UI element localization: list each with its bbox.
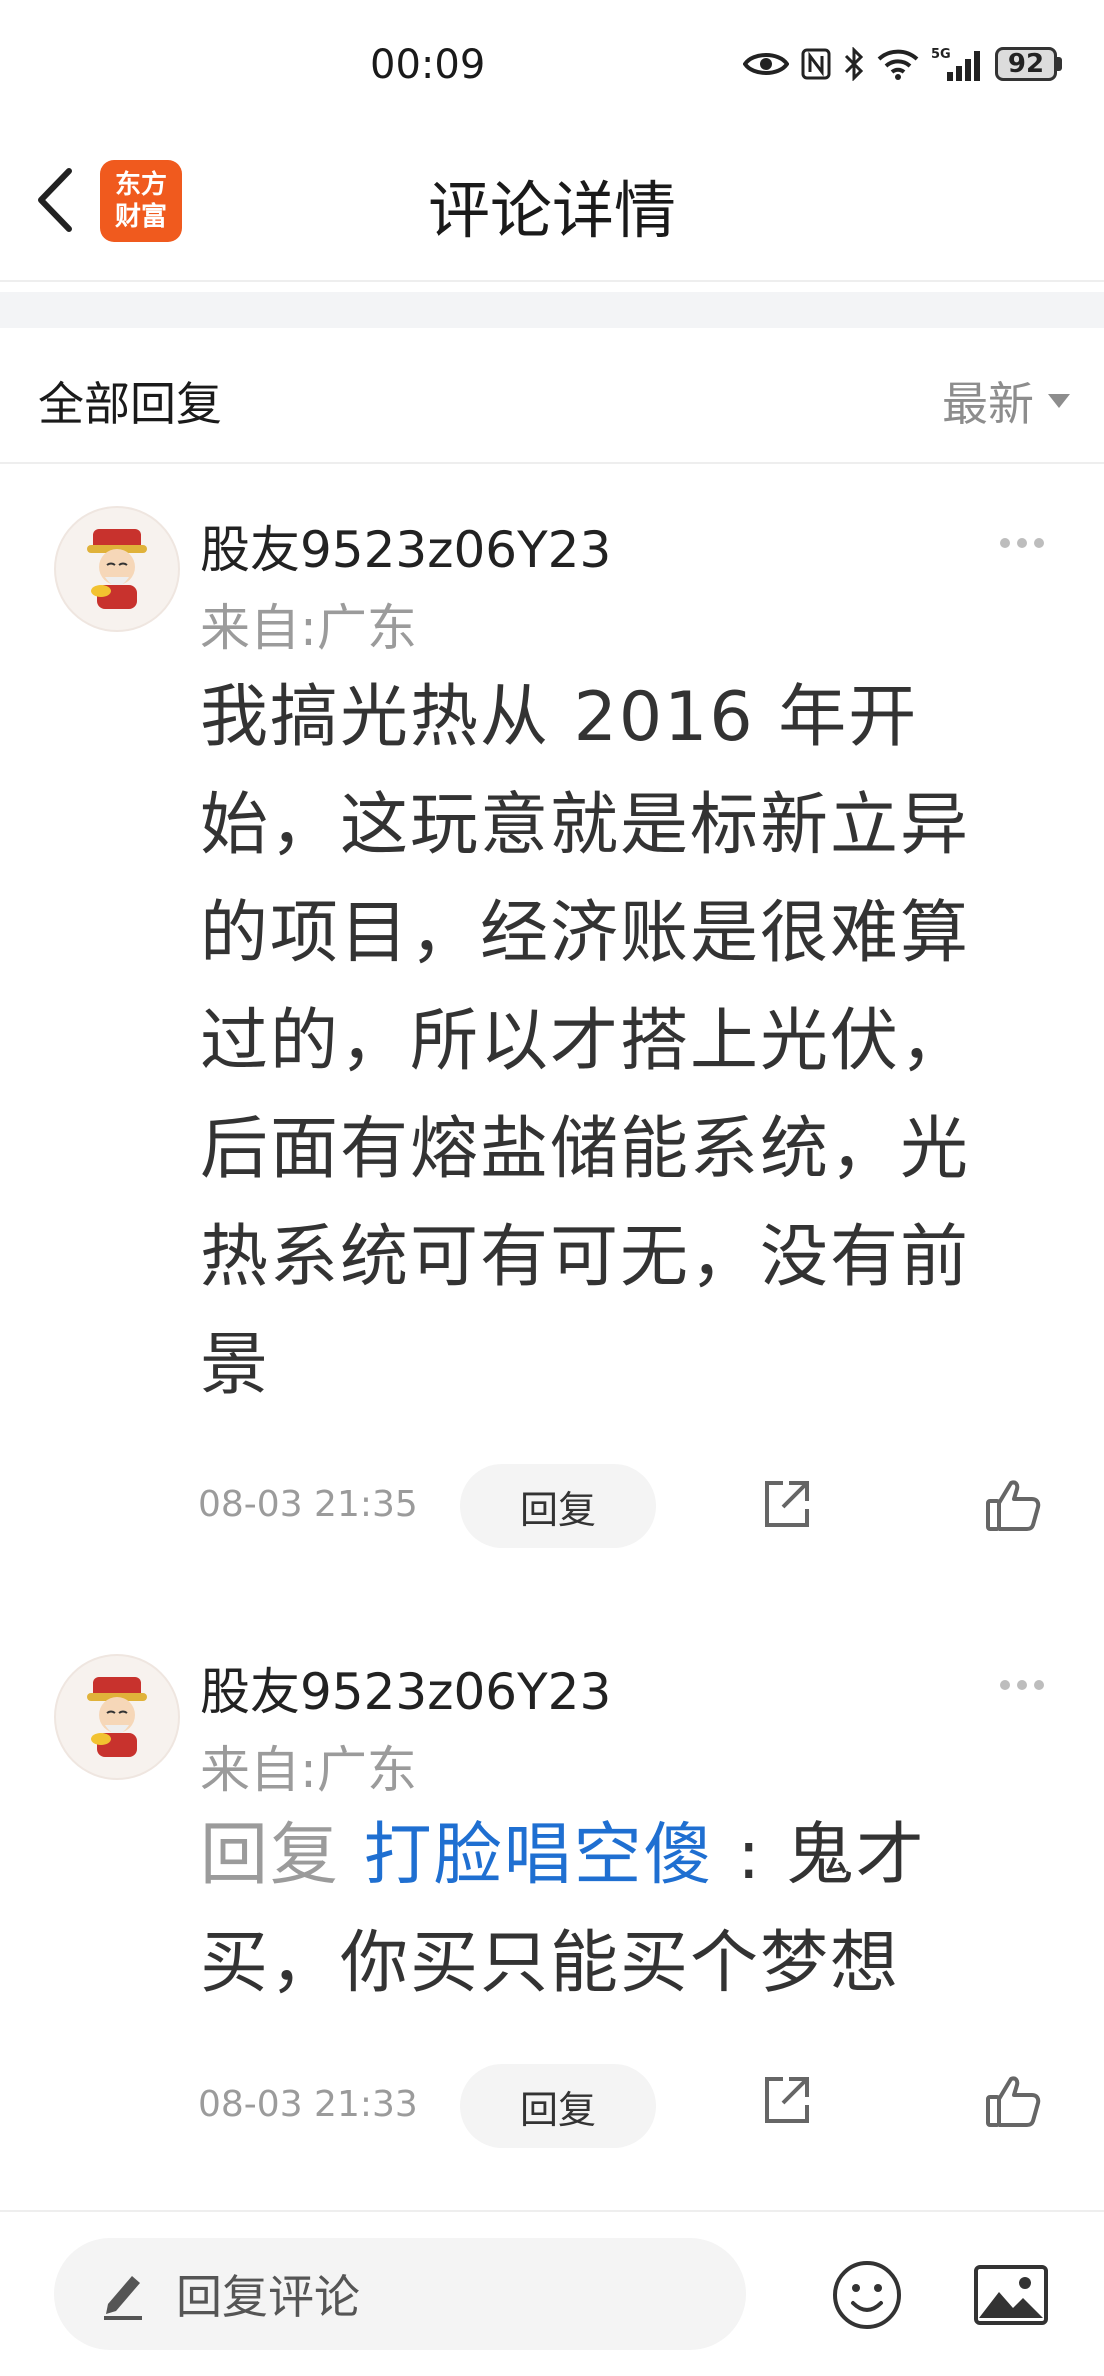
more-options-button[interactable] (1000, 1680, 1044, 1690)
share-button[interactable] (752, 1470, 822, 1540)
god-of-wealth-avatar-icon (87, 1677, 147, 1757)
status-time: 00:09 (370, 42, 486, 88)
sort-label: 最新 (942, 377, 1034, 431)
comment-item: 股友9523z06Y23 来自:广东 回复 打脸唱空傻 : 鬼才买，你买只能买个… (0, 1608, 1104, 2208)
wifi-icon (877, 49, 919, 80)
header-divider (0, 280, 1104, 282)
username[interactable]: 股友9523z06Y23 (200, 1652, 611, 1724)
thumbs-up-icon (986, 2076, 1041, 2127)
share-icon (765, 2077, 809, 2123)
battery-level: 92 (995, 47, 1057, 81)
location: 来自:广东 (200, 599, 417, 657)
emoji-button[interactable] (826, 2254, 908, 2336)
image-icon (974, 2265, 1048, 2325)
god-of-wealth-avatar-icon (87, 529, 147, 609)
network-label: 5G (931, 47, 951, 62)
all-replies-title: 全部回复 (38, 377, 222, 431)
signal-icon: 5G (931, 47, 980, 81)
avatar[interactable] (54, 506, 180, 632)
reply-input-placeholder: 回复评论 (176, 2270, 360, 2324)
image-button[interactable] (968, 2254, 1054, 2336)
bluetooth-icon (844, 47, 864, 81)
caret-down-icon (1048, 394, 1070, 408)
logo-line2: 财富 (114, 202, 167, 232)
sort-dropdown[interactable]: 最新 (942, 368, 1070, 434)
reply-comment-input[interactable]: 回复评论 (54, 2238, 746, 2350)
chevron-left-icon (38, 168, 72, 232)
status-icons: 5G 92 (743, 46, 1062, 82)
mention-link[interactable]: 打脸唱空傻 (364, 1816, 714, 1895)
reply-button[interactable]: 回复 (460, 1464, 656, 1548)
eye-icon (743, 53, 789, 75)
username[interactable]: 股友9523z06Y23 (200, 510, 611, 582)
like-button[interactable] (978, 2066, 1048, 2136)
location: 来自:广东 (200, 1741, 417, 1799)
smiley-icon (833, 2261, 901, 2329)
logo-line1: 东方 (114, 170, 167, 200)
timestamp: 08-03 21:35 (198, 1484, 418, 1525)
share-button[interactable] (752, 2066, 822, 2136)
thumbs-up-icon (986, 1480, 1041, 1531)
avatar[interactable] (54, 1654, 180, 1780)
pencil-icon (104, 2276, 142, 2320)
share-icon (765, 1481, 809, 1527)
bottom-divider (0, 2210, 1104, 2212)
reply-prefix: 回复 (200, 1816, 364, 1895)
comment-item: 股友9523z06Y23 来自:广东 我搞光热从 2016 年开始，这玩意就是标… (0, 464, 1104, 1564)
like-button[interactable] (978, 1470, 1048, 1540)
comment-text: 我搞光热从 2016 年开始，这玩意就是标新立异的项目，经济账是很难算过的，所以… (200, 678, 971, 1405)
reply-button[interactable]: 回复 (460, 2064, 656, 2148)
back-button[interactable] (20, 150, 90, 250)
section-spacer (0, 292, 1104, 328)
more-options-button[interactable] (1000, 538, 1044, 548)
mention-separator: : (713, 1816, 786, 1895)
app-logo: 东方 财富 (100, 160, 182, 242)
nfc-icon (801, 48, 831, 80)
comment-text: 回复 打脸唱空傻 : 鬼才买，你买只能买个梦想 (200, 1802, 1000, 2018)
timestamp: 08-03 21:33 (198, 2084, 418, 2125)
battery-icon: 92 (995, 47, 1062, 81)
